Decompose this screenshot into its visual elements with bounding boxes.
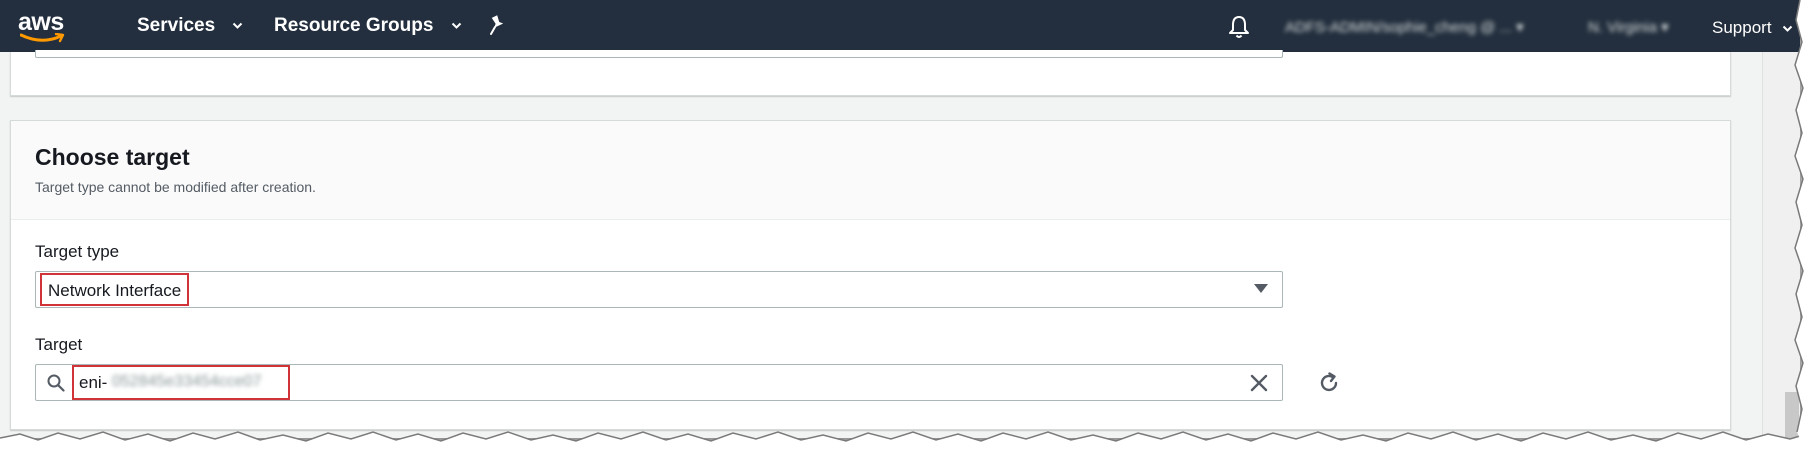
services-menu[interactable]: Services <box>137 15 243 37</box>
bell-icon[interactable] <box>1227 14 1251 40</box>
scrollbar-thumb[interactable] <box>1785 392 1799 438</box>
account-menu[interactable]: ADFS-ADMIN/sophie_cheng @ ... ▾ <box>1285 18 1524 36</box>
chevron-down-icon <box>451 22 461 29</box>
card-title: Choose target <box>35 144 190 170</box>
top-navigation-bar: aws Services Resource Groups ADFS-ADMIN/… <box>0 0 1800 52</box>
support-label: Support <box>1712 18 1772 37</box>
services-label: Services <box>137 15 216 36</box>
chevron-down-icon <box>1783 25 1793 32</box>
browser-frame: aws Services Resource Groups ADFS-ADMIN/… <box>0 0 1800 438</box>
resource-groups-label: Resource Groups <box>274 15 434 36</box>
target-type-label: Target type <box>35 242 120 261</box>
search-icon <box>47 374 65 392</box>
target-type-value: Network Interface <box>40 273 190 306</box>
aws-smile-icon <box>20 33 65 43</box>
target-type-select[interactable]: Network Interface <box>35 271 1283 308</box>
card-description: Target type cannot be modified after cre… <box>35 179 316 195</box>
support-menu[interactable]: Support <box>1712 18 1793 38</box>
card-header: Choose target Target type cannot be modi… <box>11 121 1730 220</box>
region-menu[interactable]: N. Virginia ▾ <box>1588 18 1669 36</box>
target-value-redacted: 052845e33454cce07 <box>112 373 262 390</box>
target-label: Target <box>35 335 83 354</box>
target-search-input[interactable]: eni- 052845e33454cce07 <box>35 364 1283 401</box>
previous-section-card <box>10 50 1731 96</box>
chevron-down-icon <box>233 22 243 29</box>
account-label: ADFS-ADMIN/sophie_cheng @ ... <box>1285 19 1512 36</box>
caret-down-icon <box>1254 284 1268 293</box>
previous-section-input[interactable] <box>35 50 1283 58</box>
clear-icon[interactable] <box>1250 374 1268 392</box>
pin-icon[interactable] <box>486 14 506 36</box>
choose-target-card: Choose target Target type cannot be modi… <box>10 120 1731 430</box>
region-label: N. Virginia <box>1588 19 1657 36</box>
resource-groups-menu[interactable]: Resource Groups <box>274 15 462 37</box>
refresh-icon[interactable] <box>1317 371 1341 395</box>
aws-logo[interactable]: aws <box>18 8 72 44</box>
target-value-prefix: eni- <box>79 373 108 392</box>
page-scrollbar[interactable] <box>1762 52 1800 438</box>
